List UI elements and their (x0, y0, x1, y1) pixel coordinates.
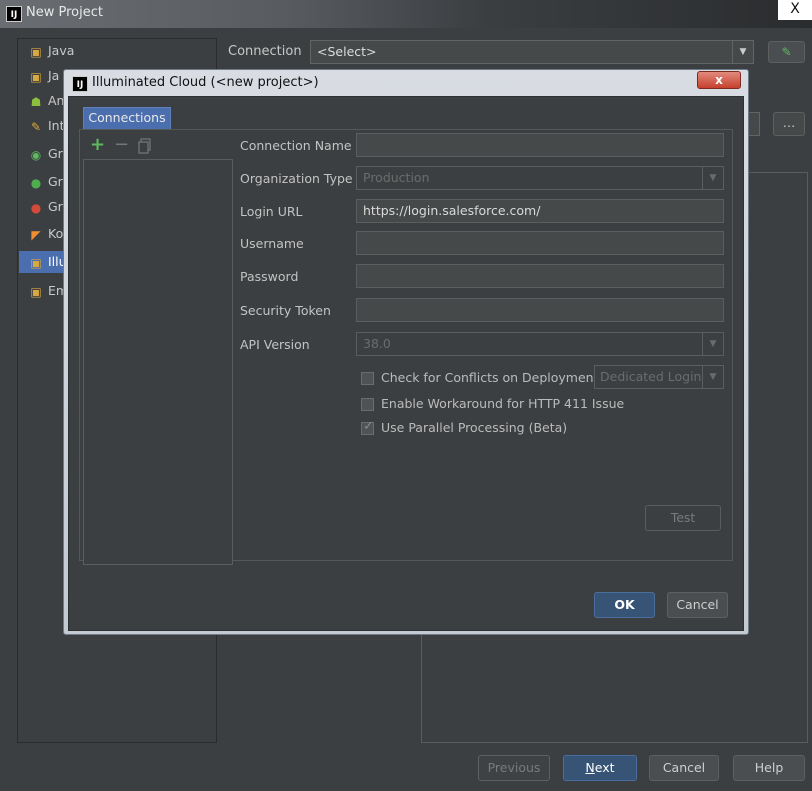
username-input[interactable] (356, 231, 724, 255)
connection-name-label: Connection Name (240, 138, 352, 153)
connection-select[interactable]: <Select> ▼ (310, 40, 754, 64)
ellipsis-icon: … (782, 115, 796, 130)
intellij-logo-icon: IJ (72, 76, 88, 92)
dialog-body: Connections + − Connection Name Organiza… (68, 96, 744, 631)
username-label: Username (240, 236, 304, 251)
password-label: Password (240, 269, 299, 284)
api-version-select[interactable]: 38.0 ▼ (356, 332, 724, 356)
window-titlebar: IJ New Project X (0, 0, 812, 28)
login-url-label: Login URL (240, 204, 303, 219)
folder-icon: ▣ (30, 44, 42, 59)
http411-label: Enable Workaround for HTTP 411 Issue (381, 396, 625, 411)
edit-connection-button[interactable]: ✎ (768, 41, 805, 63)
folder-icon: ▣ (30, 69, 42, 84)
groovy-icon: ◉ (30, 147, 42, 162)
list-item-java[interactable]: ▣ Java (28, 40, 216, 62)
window-close-button[interactable]: X (778, 0, 812, 20)
griffon-icon: ● (30, 200, 42, 215)
api-version-label: API Version (240, 337, 310, 352)
organization-type-select[interactable]: Production ▼ (356, 166, 724, 190)
copy-connection-icon[interactable] (138, 138, 152, 154)
chevron-down-icon: ▼ (732, 41, 753, 63)
folder-icon: ▣ (30, 284, 42, 299)
close-icon: x (715, 73, 723, 87)
add-connection-icon[interactable]: + (90, 136, 105, 154)
http411-checkbox[interactable] (361, 398, 374, 411)
android-icon: ☗ (30, 94, 42, 109)
cancel-button[interactable]: Cancel (649, 755, 719, 781)
grails-icon: ● (30, 175, 42, 190)
password-input[interactable] (356, 264, 724, 288)
pencil-icon: ✎ (781, 45, 792, 59)
organization-type-label: Organization Type (240, 171, 353, 186)
connections-panel: + − Connection Name Organization Type Pr… (79, 129, 733, 565)
tab-connections[interactable]: Connections (83, 107, 171, 129)
previous-button[interactable]: Previous (478, 755, 550, 781)
chevron-down-icon: ▼ (702, 333, 723, 355)
login-url-input[interactable]: https://login.salesforce.com/ (356, 199, 724, 223)
help-button[interactable]: Help (733, 755, 805, 781)
check-conflicts-checkbox[interactable] (361, 372, 374, 385)
check-conflicts-label: Check for Conflicts on Deployment (381, 370, 599, 385)
connection-name-input[interactable] (356, 133, 724, 157)
chevron-down-icon: ▼ (702, 167, 723, 189)
remove-connection-icon[interactable]: − (114, 136, 129, 154)
parallel-processing-label: Use Parallel Processing (Beta) (381, 420, 568, 435)
dialog-cancel-button[interactable]: Cancel (667, 592, 728, 618)
browse-button[interactable]: … (773, 112, 805, 136)
connection-label: Connection (228, 44, 302, 59)
dialog-title: Illuminated Cloud (<new project>) (92, 75, 319, 90)
ok-button[interactable]: OK (594, 592, 655, 618)
window-title: New Project (26, 5, 103, 20)
intellij-logo-icon: IJ (6, 6, 22, 22)
kotlin-icon: ◤ (31, 227, 41, 242)
test-button[interactable]: Test (645, 505, 721, 531)
plugin-icon: ✎ (30, 119, 42, 134)
dialog-close-button[interactable]: x (697, 71, 741, 89)
parallel-processing-checkbox[interactable]: ✓ (361, 419, 374, 435)
chevron-down-icon: ▼ (702, 366, 723, 388)
security-token-label: Security Token (240, 303, 331, 318)
illuminated-cloud-dialog: IJ Illuminated Cloud (<new project>) x C… (63, 69, 749, 635)
next-button[interactable]: Next (563, 755, 637, 781)
checkmark-icon: ✓ (363, 419, 374, 434)
security-token-input[interactable] (356, 298, 724, 322)
connection-list[interactable] (83, 159, 233, 565)
folder-icon: ▣ (30, 255, 42, 270)
dedicated-logins-select[interactable]: Dedicated Logins ▼ (594, 365, 724, 389)
